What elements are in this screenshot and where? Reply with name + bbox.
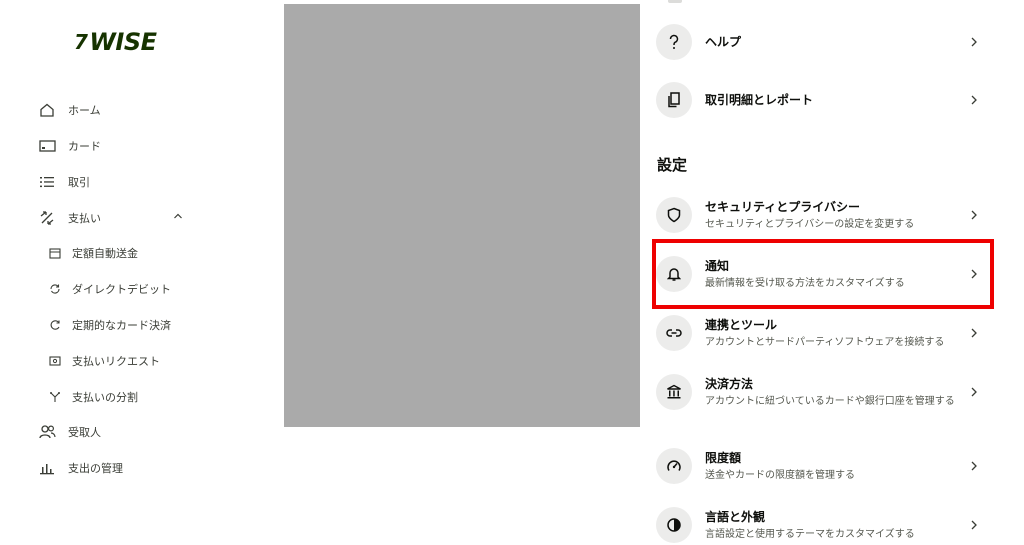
wise-logo[interactable]: 7 WISE bbox=[74, 28, 157, 56]
menu-item-title: 決済方法 bbox=[705, 376, 754, 391]
sidebar-item-card[interactable]: カード bbox=[38, 134, 101, 158]
sidebar-subitem-label: 定額自動送金 bbox=[72, 247, 138, 260]
split-icon bbox=[48, 390, 62, 404]
menu-item-security-privacy[interactable]: セキュリティとプライバシー セキュリティとプライバシーの設定を変更する bbox=[656, 197, 981, 233]
sidebar-subitem-label: 定期的なカード決済 bbox=[72, 319, 171, 332]
sidebar-item-label: 支出の管理 bbox=[68, 462, 123, 475]
settings-heading: 設定 bbox=[657, 156, 688, 174]
sidebar-subitem-label: 支払いリクエスト bbox=[72, 355, 160, 368]
sidebar-subitem-scheduled-transfers[interactable]: 定額自動送金 bbox=[48, 241, 138, 265]
sidebar-item-spending[interactable]: 支出の管理 bbox=[38, 456, 123, 480]
menu-item-help[interactable]: ヘルプ bbox=[656, 24, 981, 60]
home-icon bbox=[38, 101, 56, 119]
notifications-highlight-box bbox=[652, 239, 994, 309]
menu-item-subtitle: アカウントとサードパーティソフトウェアを接続する bbox=[705, 336, 945, 348]
sidebar-item-label: 受取人 bbox=[68, 426, 101, 439]
list-icon bbox=[38, 173, 56, 191]
menu-item-subtitle: 言語設定と使用するテーマをカスタマイズする bbox=[705, 528, 915, 540]
redacted-content-area bbox=[284, 4, 640, 427]
sidebar-subitem-label: 支払いの分割 bbox=[72, 391, 138, 404]
shield-icon bbox=[656, 197, 692, 233]
chevron-right-icon bbox=[967, 37, 981, 47]
partial-icon-above bbox=[668, 0, 682, 3]
menu-item-subtitle: 送金やカードの限度額を管理する bbox=[705, 469, 855, 481]
gauge-icon bbox=[656, 448, 692, 484]
menu-item-title: 限度額 bbox=[705, 450, 742, 465]
sidebar-item-label: カード bbox=[68, 140, 101, 153]
sidebar-item-payments[interactable]: 支払い bbox=[38, 206, 188, 230]
question-icon bbox=[656, 24, 692, 60]
refresh-icon bbox=[48, 282, 62, 296]
sidebar-item-label: 支払い bbox=[68, 212, 101, 225]
sidebar-subitem-direct-debits[interactable]: ダイレクトデビット bbox=[48, 277, 171, 301]
sidebar-subitem-payment-requests[interactable]: 支払いリクエスト bbox=[48, 349, 160, 373]
sidebar-item-recipients[interactable]: 受取人 bbox=[38, 420, 101, 444]
menu-item-subtitle: アカウントに紐づいているカードや銀行口座を管理する bbox=[705, 395, 955, 407]
wise-wordmark: WISE bbox=[89, 28, 157, 56]
card-icon bbox=[38, 137, 56, 155]
chevron-right-icon bbox=[967, 95, 981, 105]
documents-icon bbox=[656, 82, 692, 118]
contrast-icon bbox=[656, 507, 692, 543]
menu-item-title: セキュリティとプライバシー bbox=[705, 199, 861, 214]
wise-flag-mark: 7 bbox=[74, 30, 88, 54]
chevron-right-icon bbox=[967, 328, 981, 338]
sidebar-item-home[interactable]: ホーム bbox=[38, 98, 101, 122]
sidebar-subitem-recurring-card-payments[interactable]: 定期的なカード決済 bbox=[48, 313, 171, 337]
sidebar-item-transactions[interactable]: 取引 bbox=[38, 170, 90, 194]
repeat-icon bbox=[48, 318, 62, 332]
sidebar-subitem-label: ダイレクトデビット bbox=[72, 283, 171, 296]
link-icon bbox=[656, 315, 692, 351]
calendar-icon bbox=[48, 246, 62, 260]
chevron-right-icon bbox=[967, 520, 981, 530]
chevron-up-icon[interactable] bbox=[173, 211, 183, 224]
menu-item-title: ヘルプ bbox=[705, 35, 742, 49]
chevron-right-icon bbox=[967, 387, 981, 397]
menu-item-title: 連携とツール bbox=[705, 317, 778, 332]
recipients-icon bbox=[38, 423, 56, 441]
chevron-right-icon bbox=[967, 461, 981, 471]
menu-item-subtitle: セキュリティとプライバシーの設定を変更する bbox=[705, 218, 915, 230]
sidebar-item-label: ホーム bbox=[68, 104, 101, 117]
menu-item-integrations[interactable]: 連携とツール アカウントとサードパーティソフトウェアを接続する bbox=[656, 315, 981, 351]
menu-item-statements[interactable]: 取引明細とレポート bbox=[656, 82, 981, 118]
menu-item-payment-methods[interactable]: 決済方法 アカウントに紐づいているカードや銀行口座を管理する bbox=[656, 374, 981, 410]
request-icon bbox=[48, 354, 62, 368]
menu-item-title: 取引明細とレポート bbox=[705, 93, 814, 107]
bar-chart-icon bbox=[38, 459, 56, 477]
bank-icon bbox=[656, 374, 692, 410]
menu-item-language-appearance[interactable]: 言語と外観 言語設定と使用するテーマをカスタマイズする bbox=[656, 507, 981, 543]
menu-item-title: 言語と外観 bbox=[705, 509, 766, 524]
sidebar-subitem-split-payments[interactable]: 支払いの分割 bbox=[48, 385, 138, 409]
sidebar-item-label: 取引 bbox=[68, 176, 90, 189]
payments-icon bbox=[38, 209, 56, 227]
chevron-right-icon bbox=[967, 210, 981, 220]
menu-item-limits[interactable]: 限度額 送金やカードの限度額を管理する bbox=[656, 448, 981, 484]
